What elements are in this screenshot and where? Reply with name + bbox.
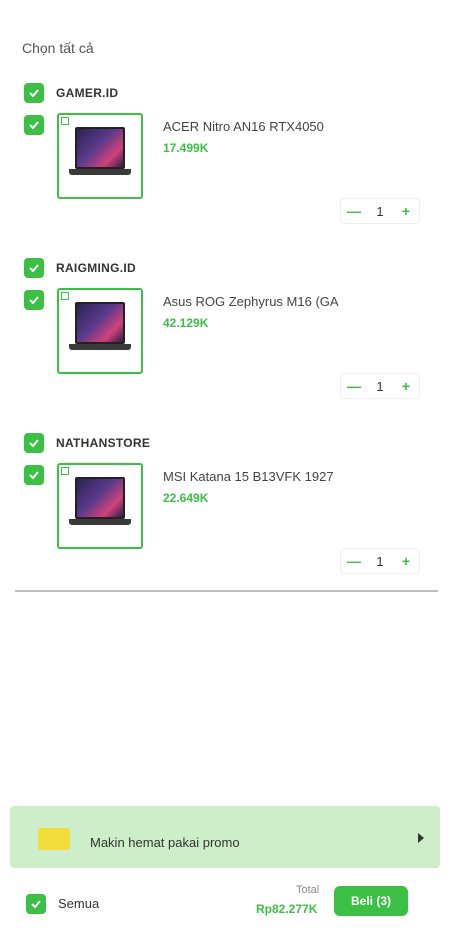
- check-icon: [29, 439, 39, 448]
- store-checkbox[interactable]: [24, 83, 44, 103]
- image-badge: [61, 467, 69, 475]
- store-name[interactable]: NATHANSTORE: [56, 436, 150, 450]
- chevron-right-icon: [418, 833, 424, 843]
- check-icon: [29, 89, 39, 98]
- product-name[interactable]: MSI Katana 15 B13VFK 1927: [163, 469, 334, 484]
- check-icon: [29, 471, 39, 480]
- laptop-icon: [69, 302, 131, 358]
- promo-banner[interactable]: Makin hemat pakai promo: [10, 806, 440, 868]
- store-header: NATHANSTORE: [24, 433, 150, 453]
- product-image[interactable]: [57, 113, 143, 199]
- quantity-stepper: — 1 +: [340, 548, 420, 574]
- product-price: 42.129K: [163, 316, 209, 330]
- increment-button[interactable]: +: [393, 199, 419, 223]
- coupon-icon: [38, 828, 70, 850]
- quantity-value[interactable]: 1: [367, 379, 393, 394]
- store-name[interactable]: RAIGMING.ID: [56, 261, 136, 275]
- check-icon: [29, 121, 39, 130]
- quantity-stepper: — 1 +: [340, 198, 420, 224]
- store-group: RAIGMING.ID Asus ROG Zephyrus M16 (GA 42…: [0, 258, 450, 433]
- product-name[interactable]: Asus ROG Zephyrus M16 (GA: [163, 294, 339, 309]
- check-icon: [29, 296, 39, 305]
- decrement-button[interactable]: —: [341, 199, 367, 223]
- decrement-button[interactable]: —: [341, 374, 367, 398]
- product-price: 22.649K: [163, 491, 209, 505]
- checkout-bar: Semua Total Rp82.277K Beli (3): [0, 880, 450, 940]
- store-checkbox[interactable]: [24, 433, 44, 453]
- quantity-value[interactable]: 1: [367, 204, 393, 219]
- select-all-label: Semua: [58, 896, 100, 911]
- store-header: RAIGMING.ID: [24, 258, 136, 278]
- product-price: 17.499K: [163, 141, 209, 155]
- total-label: Total: [296, 884, 320, 896]
- laptop-icon: [69, 477, 131, 533]
- buy-button[interactable]: Beli (3): [334, 886, 408, 916]
- store-name[interactable]: GAMER.ID: [56, 86, 118, 100]
- product-image[interactable]: [57, 288, 143, 374]
- product-image[interactable]: [57, 463, 143, 549]
- quantity-stepper: — 1 +: [340, 373, 420, 399]
- laptop-icon: [69, 127, 131, 183]
- cart-page: Chọn tất cả GAMER.ID ACER Nitro AN16 RTX…: [0, 0, 450, 952]
- decrement-button[interactable]: —: [341, 549, 367, 573]
- increment-button[interactable]: +: [393, 549, 419, 573]
- check-icon: [29, 264, 39, 273]
- promo-text: Makin hemat pakai promo: [90, 835, 240, 850]
- divider: [15, 590, 438, 592]
- select-all-checkbox[interactable]: [26, 894, 46, 914]
- page-title: Chọn tất cả: [22, 40, 94, 56]
- store-checkbox[interactable]: [24, 258, 44, 278]
- item-checkbox[interactable]: [24, 115, 44, 135]
- image-badge: [61, 117, 69, 125]
- total-value: Rp82.277K: [256, 902, 318, 916]
- store-header: GAMER.ID: [24, 83, 118, 103]
- increment-button[interactable]: +: [393, 374, 419, 398]
- quantity-value[interactable]: 1: [367, 554, 393, 569]
- check-icon: [31, 900, 41, 909]
- image-badge: [61, 292, 69, 300]
- store-group: NATHANSTORE MSI Katana 15 B13VFK 1927 22…: [0, 433, 450, 608]
- product-name[interactable]: ACER Nitro AN16 RTX4050: [163, 119, 324, 134]
- item-checkbox[interactable]: [24, 290, 44, 310]
- store-group: GAMER.ID ACER Nitro AN16 RTX4050 17.499K…: [0, 83, 450, 258]
- item-checkbox[interactable]: [24, 465, 44, 485]
